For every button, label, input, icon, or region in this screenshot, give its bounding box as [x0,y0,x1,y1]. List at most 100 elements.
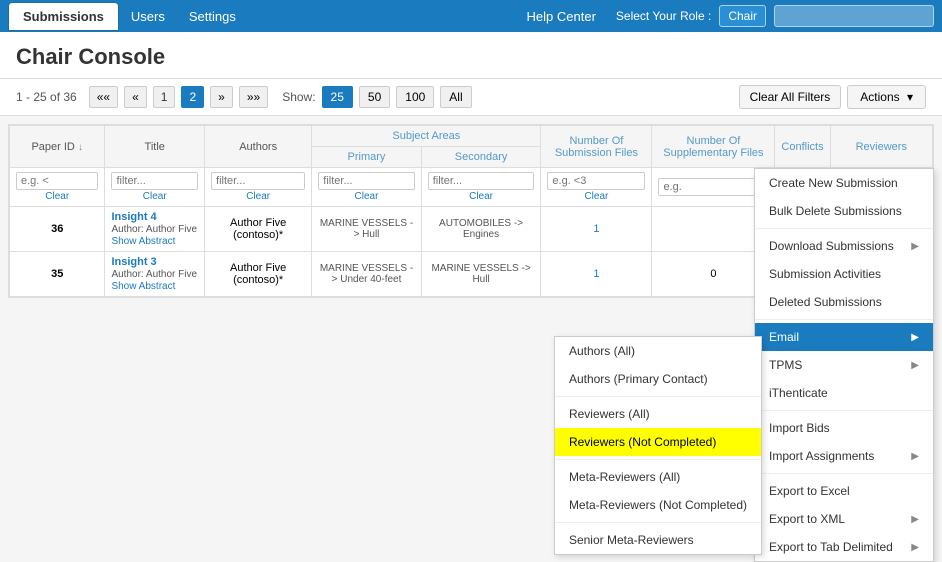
secondary-cell: AUTOMOBILES -> Engines [421,207,541,252]
filter-primary[interactable]: Clear [312,168,421,207]
search-input[interactable] [774,5,934,27]
authors-cell: Author Five(contoso)* [205,207,312,252]
action-tpms[interactable]: TPMS ▶ [755,351,933,379]
th-num-supplementary-files: Number Of Supplementary Files [652,126,775,168]
submenu-arrow-icon: ▶ [911,514,919,525]
email-meta-reviewers-not-completed[interactable]: Meta-Reviewers (Not Completed) [555,491,761,519]
email-reviewers-not-completed[interactable]: Reviewers (Not Completed) [555,428,761,456]
clear-paper-id[interactable]: Clear [45,191,69,202]
page-header: Chair Console [0,32,942,79]
email-authors-all[interactable]: Authors (All) [555,337,761,365]
divider [755,228,933,229]
submenu-arrow-icon: ▶ [911,360,919,371]
actions-label: Actions [860,90,899,104]
filter-secondary[interactable]: Clear [421,168,541,207]
clear-title[interactable]: Clear [143,191,167,202]
nav-link-settings[interactable]: Settings [177,3,248,30]
th-paper-id: Paper ID ↓ [10,126,105,168]
divider [555,522,761,523]
action-bulk-delete-submissions[interactable]: Bulk Delete Submissions [755,197,933,225]
email-reviewers-all[interactable]: Reviewers (All) [555,400,761,428]
action-export-excel[interactable]: Export to Excel [755,477,933,505]
primary-cell: MARINE VESSELS -> Under 40-feet [312,252,421,297]
action-create-new-submission[interactable]: Create New Submission [755,169,933,197]
action-label: Import Assignments [769,449,874,463]
divider [555,396,761,397]
action-export-xml[interactable]: Export to XML ▶ [755,505,933,533]
pager-page2-button[interactable]: 2 [181,86,204,108]
action-label: Export to Tab Delimited [769,540,893,554]
filter-title[interactable]: Clear [105,168,205,207]
authors-cell: Author Five(contoso)* [205,252,312,297]
paper-title-link[interactable]: Insight 3 [111,256,156,268]
pagination-info: 1 - 25 of 36 [16,90,77,104]
submission-files-cell: 1 [541,252,652,297]
author-info: Author: Author Five [111,269,197,280]
pager-next-button[interactable]: » [210,86,233,108]
nav-tab-submissions[interactable]: Submissions [8,2,119,31]
action-download-submissions[interactable]: Download Submissions ▶ [755,232,933,260]
th-conflicts: Conflicts [775,126,830,168]
filter-authors[interactable]: Clear [205,168,312,207]
th-primary: Primary [312,147,421,168]
paper-title-link[interactable]: Insight 4 [111,211,156,223]
action-label: Email [769,330,799,344]
top-nav: Submissions Users Settings Help Center S… [0,0,942,32]
th-reviewers: Reviewers [830,126,932,168]
divider [555,459,761,460]
actions-button[interactable]: Actions ▾ [847,85,926,109]
page-title: Chair Console [16,44,926,70]
pager-prev-button[interactable]: « [124,86,147,108]
clear-all-filters-button[interactable]: Clear All Filters [739,85,842,109]
submenu-arrow-icon: ▶ [911,451,919,462]
nav-link-users[interactable]: Users [119,3,177,30]
pager-first-button[interactable]: «« [89,86,118,108]
paper-id-cell: 35 [10,252,105,297]
show-100-button[interactable]: 100 [396,86,434,108]
divider [755,410,933,411]
filter-paper-id[interactable]: Clear [10,168,105,207]
submenu-arrow-icon: ▶ [911,241,919,252]
action-submission-activities[interactable]: Submission Activities [755,260,933,288]
clear-primary[interactable]: Clear [355,191,379,202]
divider [755,319,933,320]
action-label: Download Submissions [769,239,894,253]
action-deleted-submissions[interactable]: Deleted Submissions [755,288,933,316]
show-50-button[interactable]: 50 [359,86,390,108]
paper-id-cell: 36 [10,207,105,252]
show-25-button[interactable]: 25 [322,86,353,108]
th-title: Title [105,126,205,168]
th-secondary: Secondary [421,147,541,168]
clear-authors[interactable]: Clear [246,191,270,202]
select-role-label: Select Your Role : [616,9,711,23]
show-abstract-link[interactable]: Show Abstract [111,281,175,292]
action-ithenticate[interactable]: iThenticate [755,379,933,407]
primary-cell: MARINE VESSELS -> Hull [312,207,421,252]
filter-submission-files[interactable]: Clear [541,168,652,207]
clear-submission-files[interactable]: Clear [584,191,608,202]
show-all-button[interactable]: All [440,86,471,108]
pager-last-button[interactable]: »» [239,86,268,108]
action-label: TPMS [769,358,802,372]
show-label: Show: [282,90,315,104]
email-authors-primary-contact[interactable]: Authors (Primary Contact) [555,365,761,393]
action-label: Export to XML [769,512,845,526]
clear-secondary[interactable]: Clear [469,191,493,202]
action-email[interactable]: Email ▶ [755,323,933,351]
role-dropdown[interactable]: Chair [719,5,766,27]
sort-icon: ↓ [78,142,83,153]
email-senior-meta-reviewers[interactable]: Senior Meta-Reviewers [555,526,761,554]
email-submenu: Authors (All) Authors (Primary Contact) … [554,336,762,555]
action-export-tab[interactable]: Export to Tab Delimited ▶ [755,533,933,561]
th-authors: Authors [205,126,312,168]
email-meta-reviewers-all[interactable]: Meta-Reviewers (All) [555,463,761,491]
actions-caret-icon: ▾ [907,90,913,104]
pager-page1-button[interactable]: 1 [153,86,176,108]
secondary-cell: MARINE VESSELS -> Hull [421,252,541,297]
show-abstract-link[interactable]: Show Abstract [111,236,175,247]
action-import-assignments[interactable]: Import Assignments ▶ [755,442,933,470]
toolbar: 1 - 25 of 36 «« « 1 2 » »» Show: 25 50 1… [0,79,942,116]
action-import-bids[interactable]: Import Bids [755,414,933,442]
title-cell: Insight 4 Author: Author Five Show Abstr… [105,207,205,252]
nav-help-center[interactable]: Help Center [515,3,608,30]
